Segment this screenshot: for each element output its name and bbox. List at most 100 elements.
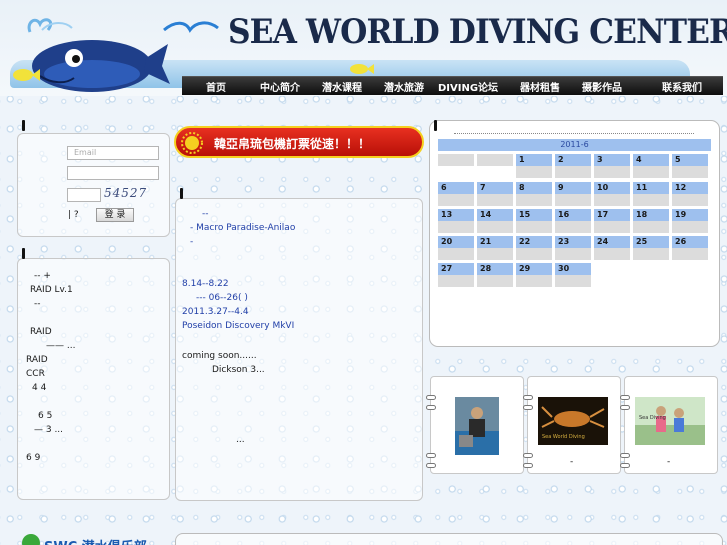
promo-banner[interactable]: 韓亞帛琉包機訂票從速！！！ <box>174 126 424 158</box>
calendar-day[interactable]: 1 <box>516 154 552 166</box>
nav-item-equipment[interactable]: 器材租售 <box>520 79 560 94</box>
calendar-day[interactable]: 28 <box>477 263 513 275</box>
nav-item-home[interactable]: 首页 <box>206 79 226 94</box>
calendar-day-body <box>594 194 630 206</box>
calendar-day[interactable]: 7 <box>477 182 513 194</box>
binder-ring-icon <box>620 463 630 468</box>
calendar-day[interactable]: 12 <box>672 182 708 194</box>
yellow-fish-icon-2 <box>350 64 374 74</box>
calendar-day[interactable]: 21 <box>477 236 513 248</box>
news-item[interactable]: -- <box>202 209 209 219</box>
calendar-day-body <box>672 221 708 233</box>
captcha-input[interactable] <box>67 188 101 202</box>
seagull-icon <box>163 21 219 33</box>
calendar-day-body <box>672 248 708 260</box>
news-item[interactable]: 4 4 <box>32 383 46 393</box>
calendar-day[interactable]: 2 <box>555 154 591 166</box>
whale-logo-icon <box>27 18 170 92</box>
calendar-day[interactable]: 14 <box>477 209 513 221</box>
calendar-day[interactable]: 9 <box>555 182 591 194</box>
news-item[interactable]: 6 9 <box>26 453 40 463</box>
calendar-day-body <box>555 166 591 178</box>
calendar-day[interactable]: 30 <box>555 263 591 275</box>
calendar-day-body <box>477 194 513 206</box>
nav-item-travel[interactable]: 潜水旅游 <box>384 79 424 94</box>
calendar-day-body <box>438 221 474 233</box>
calendar-day-body <box>438 248 474 260</box>
calendar-day-body <box>594 248 630 260</box>
nav-item-about[interactable]: 中心简介 <box>260 79 300 94</box>
calendar-day[interactable]: 22 <box>516 236 552 248</box>
calendar-day[interactable]: 11 <box>633 182 669 194</box>
nav-item-photos[interactable]: 摄影作品 <box>582 79 622 94</box>
news-item[interactable]: Poseidon Discovery MkVI <box>182 321 294 331</box>
calendar-day[interactable]: 15 <box>516 209 552 221</box>
news-item[interactable]: 8.14--8.22 <box>182 279 229 289</box>
calendar-day[interactable]: 6 <box>438 182 474 194</box>
calendar-day[interactable]: 19 <box>672 209 708 221</box>
photo-children[interactable] <box>635 397 705 445</box>
news-item[interactable]: -- + <box>34 271 51 281</box>
calendar-day[interactable]: 17 <box>594 209 630 221</box>
photo-caption: - <box>570 457 574 467</box>
binder-ring-icon <box>426 463 436 468</box>
nav-item-forum[interactable]: DIVING论坛 <box>438 79 498 94</box>
news-item[interactable]: --- 06--26( ) <box>196 293 248 303</box>
password-field[interactable] <box>67 166 159 180</box>
calendar-day[interactable]: 3 <box>594 154 630 166</box>
calendar-day[interactable]: 27 <box>438 263 474 275</box>
binder-ring-icon <box>620 395 630 400</box>
news-item[interactable]: —— ... <box>46 341 75 351</box>
calendar-day[interactable]: 20 <box>438 236 474 248</box>
news-item[interactable]: 2011.3.27--4.4 <box>182 307 249 317</box>
calendar-day-body <box>477 248 513 260</box>
calendar-day-body <box>438 194 474 206</box>
calendar-day[interactable]: 25 <box>633 236 669 248</box>
email-field[interactable]: Email <box>67 146 159 160</box>
photo-diver-pool[interactable] <box>455 397 499 455</box>
news-item[interactable]: RAID <box>30 327 52 337</box>
news-item[interactable]: RAID <box>26 355 48 365</box>
news-more-link[interactable]: ... <box>236 435 245 445</box>
left-news-panel: -- + RAID Lv.1 -- RAID —— ... RAID CCR 4… <box>17 258 170 500</box>
photo-card[interactable] <box>426 376 524 474</box>
login-button[interactable]: 登 录 <box>96 208 134 222</box>
binder-ring-icon <box>620 453 630 458</box>
panel-pin-icon <box>22 248 25 259</box>
footer-logo-text[interactable]: SWC 潜水俱乐部 <box>44 536 147 545</box>
news-item[interactable]: Dickson 3... <box>212 365 265 375</box>
calendar-day[interactable]: 8 <box>516 182 552 194</box>
news-item[interactable]: RAID Lv.1 <box>30 285 73 295</box>
news-item[interactable]: — 3 ... <box>34 425 63 435</box>
calendar-day[interactable]: 10 <box>594 182 630 194</box>
calendar-day[interactable]: 16 <box>555 209 591 221</box>
calendar-day[interactable]: 13 <box>438 209 474 221</box>
calendar-day[interactable]: 18 <box>633 209 669 221</box>
yellow-fish-icon <box>13 69 40 81</box>
login-help-links[interactable]: | ? <box>68 210 79 220</box>
panel-pin-icon <box>22 120 25 131</box>
news-item[interactable]: -- <box>34 299 41 309</box>
calendar-day[interactable]: 29 <box>516 263 552 275</box>
news-item[interactable]: - Macro Paradise-Anilao <box>190 223 295 233</box>
calendar-day-body <box>672 194 708 206</box>
calendar-day[interactable]: 24 <box>594 236 630 248</box>
calendar-day[interactable]: 26 <box>672 236 708 248</box>
binder-ring-icon <box>523 405 533 410</box>
photo-card[interactable]: Sea Diving - <box>620 376 718 474</box>
binder-ring-icon <box>523 463 533 468</box>
calendar-day-body <box>516 221 552 233</box>
photo-card[interactable]: Sea World Diving - <box>523 376 621 474</box>
nav-item-contact[interactable]: 联系我们 <box>662 79 702 94</box>
news-item[interactable]: 6 5 <box>38 411 52 421</box>
photo-caption: - <box>667 457 671 467</box>
news-item[interactable]: CCR <box>26 369 45 379</box>
captcha-image[interactable]: 54527 <box>104 186 147 200</box>
nav-item-courses[interactable]: 潜水课程 <box>322 79 362 94</box>
news-item[interactable]: coming soon...... <box>182 351 257 361</box>
news-item[interactable]: - <box>190 237 193 247</box>
calendar-day[interactable]: 5 <box>672 154 708 166</box>
calendar-day-body <box>477 275 513 287</box>
calendar-day[interactable]: 4 <box>633 154 669 166</box>
calendar-day[interactable]: 23 <box>555 236 591 248</box>
